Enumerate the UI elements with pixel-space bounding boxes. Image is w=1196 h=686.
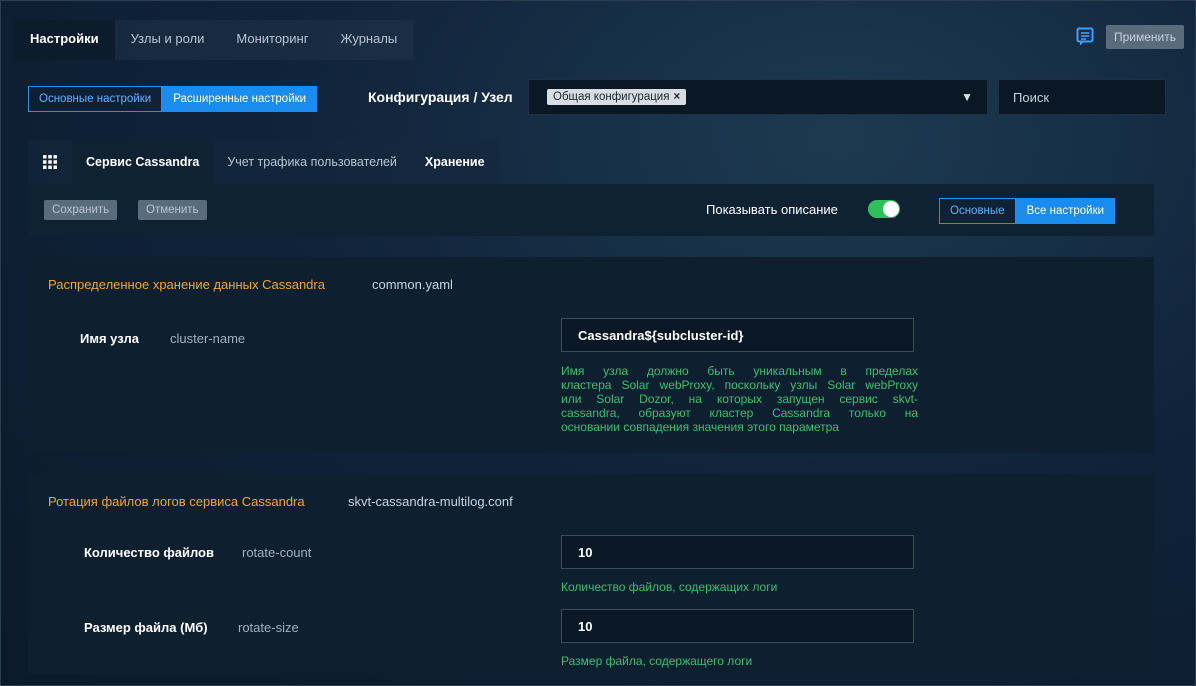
service-tabs: Сервис Cassandra Учет трафика пользовате… [28, 140, 499, 184]
config-node-title: Конфигурация / Узел [368, 89, 513, 105]
top-nav: Настройки Узлы и роли Мониторинг Журналы [14, 20, 414, 60]
rotate-count-hint: Количество файлов, содержащих логи [561, 580, 778, 594]
message-icon[interactable] [1074, 26, 1096, 48]
basic-view-button[interactable]: Основные [939, 198, 1016, 224]
chip-remove-icon[interactable]: × [673, 91, 680, 103]
all-settings-button[interactable]: Все настройки [1015, 198, 1116, 224]
cluster-name-hint: Имя узла должно быть уникальным в предел… [561, 364, 918, 434]
basic-settings-button[interactable]: Основные настройки [28, 86, 163, 112]
param-label-rotate-size: Размер файла (Мб) [84, 620, 208, 635]
hint-line: основании совпадения значения этого пара… [561, 420, 839, 434]
show-description-label: Показывать описание [706, 202, 838, 217]
advanced-settings-button[interactable]: Расширенные настройки [162, 86, 318, 112]
search-box [998, 79, 1167, 115]
cluster-name-input[interactable] [562, 319, 913, 351]
rotate-count-input[interactable] [562, 536, 913, 568]
tab-storage[interactable]: Хранение [410, 140, 499, 184]
rotate-size-input[interactable] [562, 610, 913, 642]
config-select[interactable]: Общая конфигурация × ▼ [528, 79, 988, 115]
tab-user-traffic[interactable]: Учет трафика пользователей [213, 140, 411, 184]
toggle-knob [883, 201, 899, 217]
settings-toolbar: Сохранить Отменить Показывать описание О… [28, 184, 1154, 236]
hint-line: cassandra, образуют кластер Cassandra то… [561, 406, 918, 420]
param-label-rotate-count: Количество файлов [84, 545, 214, 560]
param-label-cluster-name: Имя узла [80, 331, 139, 346]
view-mode-switch: Основные Все настройки [939, 198, 1116, 224]
cluster-name-field[interactable] [561, 318, 914, 352]
rotate-count-field[interactable] [561, 535, 914, 569]
tab-logs[interactable]: Журналы [324, 20, 414, 60]
grid-menu-icon[interactable] [28, 140, 72, 184]
param-key-cluster-name: cluster-name [170, 331, 246, 346]
hint-line: или Solar Dozor, на которых запущен серв… [561, 392, 918, 406]
section-title: Ротация файлов логов сервиса Cassandra [48, 494, 305, 509]
hint-line: Имя узла должно быть уникальным в предел… [561, 364, 918, 378]
tab-settings[interactable]: Настройки [14, 20, 115, 60]
section-log-rotation: Ротация файлов логов сервиса Cassandra s… [28, 474, 1154, 674]
settings-mode-switch: Основные настройки Расширенные настройки [28, 86, 318, 112]
apply-button[interactable]: Применить [1105, 25, 1184, 49]
rotate-size-field[interactable] [561, 609, 914, 643]
section-file: skvt-cassandra-multilog.conf [348, 494, 513, 509]
tab-cassandra-service[interactable]: Сервис Cassandra [72, 140, 214, 184]
rotate-size-hint: Размер файла, содержащего логи [561, 654, 753, 668]
tab-monitoring[interactable]: Мониторинг [220, 20, 325, 60]
save-button[interactable]: Сохранить [44, 200, 118, 220]
hint-line: кластера Solar webProxy, поскольку узлы … [561, 378, 918, 392]
section-cassandra-storage: Распределенное хранение данных Cassandra… [28, 257, 1154, 453]
dropdown-arrow-icon[interactable]: ▼ [961, 90, 973, 104]
param-key-rotate-size: rotate-size [238, 620, 299, 635]
section-title: Распределенное хранение данных Cassandra [48, 277, 325, 292]
search-input[interactable] [999, 80, 1167, 114]
cancel-button[interactable]: Отменить [138, 200, 207, 220]
top-right-actions: Применить [1074, 25, 1184, 49]
param-key-rotate-count: rotate-count [242, 545, 312, 560]
config-chip-label: Общая конфигурация [553, 91, 670, 103]
section-file: common.yaml [372, 277, 453, 292]
config-chip: Общая конфигурация × [547, 89, 687, 105]
tab-nodes-roles[interactable]: Узлы и роли [114, 20, 221, 60]
show-description-toggle[interactable] [868, 200, 900, 218]
